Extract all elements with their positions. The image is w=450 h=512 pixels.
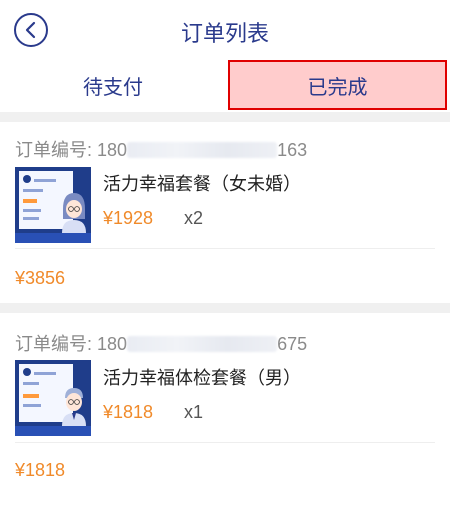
thumbnail-footer xyxy=(15,426,91,436)
woman-avatar-icon xyxy=(62,193,86,233)
order-number-label: 订单编号: xyxy=(15,334,93,354)
order-number-redacted xyxy=(127,336,278,352)
order-total: ¥3856 xyxy=(15,268,66,288)
unit-price: ¥1818 xyxy=(103,402,154,422)
tab-pending[interactable]: 待支付 xyxy=(0,58,226,112)
unit-price: ¥1928 xyxy=(103,208,154,228)
tab-completed[interactable]: 已完成 xyxy=(228,60,447,110)
order-number-label: 订单编号: xyxy=(15,140,93,160)
product-thumbnail[interactable] xyxy=(15,167,91,243)
product-name: 活力幸福套餐（女未婚） xyxy=(103,174,301,194)
order-number-prefix: 180 xyxy=(97,334,128,354)
tab-bar: 待支付 已完成 xyxy=(0,58,450,112)
page-title: 订单列表 xyxy=(180,21,269,46)
quantity: x1 xyxy=(184,402,204,422)
product-thumbnail[interactable] xyxy=(15,360,91,436)
section-divider xyxy=(0,303,450,313)
order-card[interactable]: 订单编号: 180 675 活力幸福体检套餐（男） ¥1818 x1 ¥1818 xyxy=(0,316,450,496)
order-number: 订单编号: 180 675 xyxy=(15,330,307,356)
order-number-redacted xyxy=(127,142,278,158)
order-total: ¥1818 xyxy=(15,460,66,480)
quantity: x2 xyxy=(184,208,204,228)
order-number-suffix: 675 xyxy=(277,334,308,354)
order-number-prefix: 180 xyxy=(97,140,128,160)
logo-icon xyxy=(23,368,31,376)
product-name: 活力幸福体检套餐（男） xyxy=(103,368,301,388)
order-number: 订单编号: 180 163 xyxy=(15,136,307,162)
header: 订单列表 xyxy=(0,0,450,60)
row-divider xyxy=(15,442,435,443)
thumbnail-footer xyxy=(15,233,91,243)
order-number-suffix: 163 xyxy=(277,140,308,160)
man-avatar-icon xyxy=(62,388,86,426)
order-card[interactable]: 订单编号: 180 163 活力幸福套餐（女未婚） ¥1928 x2 ¥3856 xyxy=(0,122,450,298)
row-divider xyxy=(15,248,435,249)
section-divider xyxy=(0,112,450,122)
logo-icon xyxy=(23,175,31,183)
